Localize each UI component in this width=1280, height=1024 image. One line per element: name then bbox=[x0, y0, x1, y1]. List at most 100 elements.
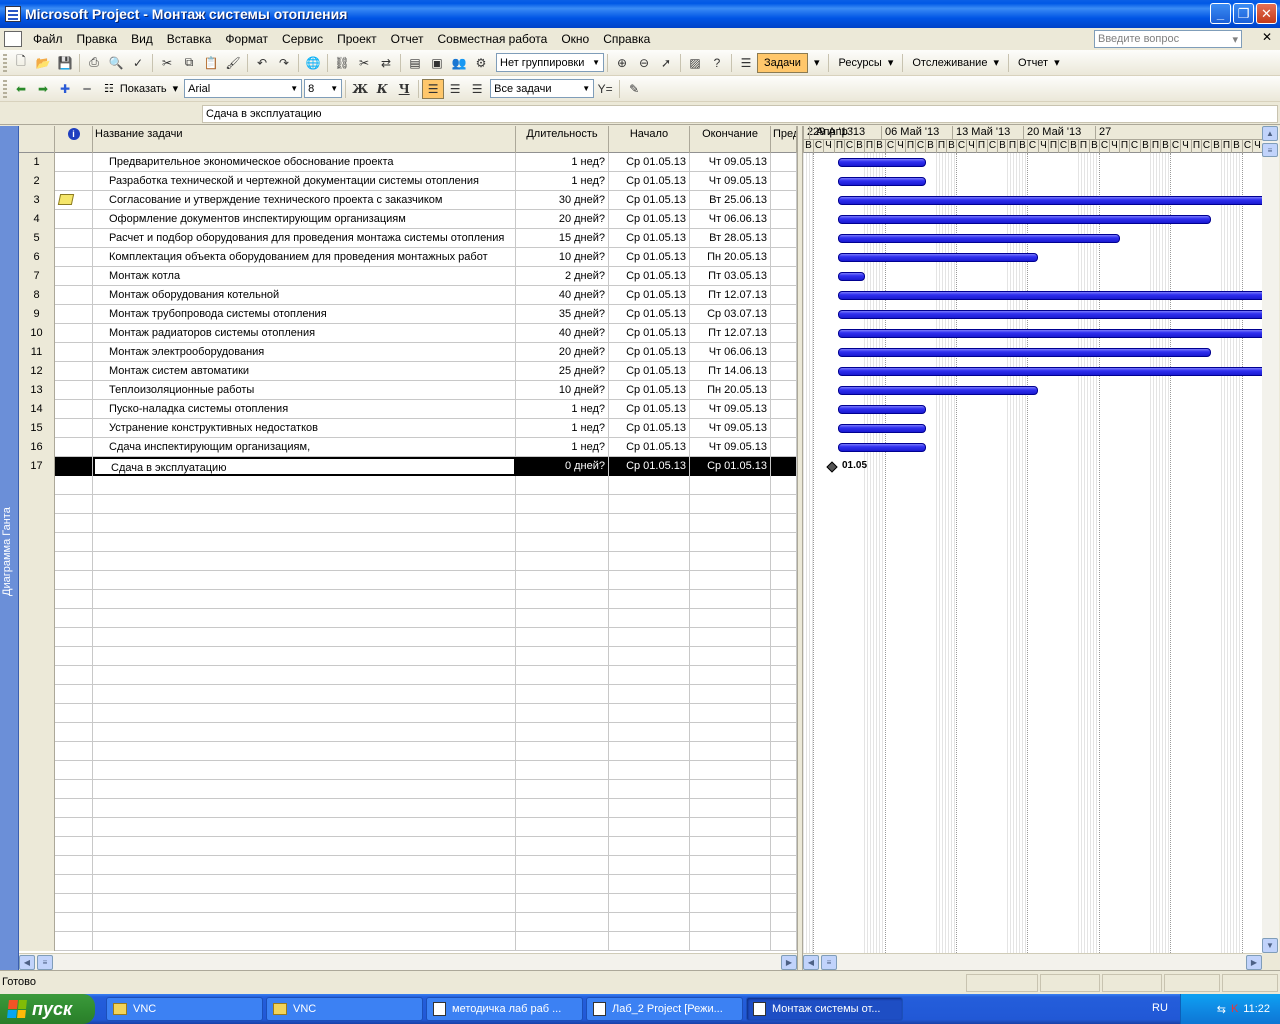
task-name[interactable]: Монтаж радиаторов системы отопления bbox=[93, 324, 516, 343]
row-indicators[interactable] bbox=[55, 552, 93, 571]
header-indicators[interactable]: i bbox=[55, 126, 93, 153]
task-predecessors[interactable] bbox=[771, 476, 797, 495]
task-start[interactable] bbox=[609, 742, 690, 761]
task-predecessors[interactable] bbox=[771, 647, 797, 666]
task-duration[interactable] bbox=[516, 590, 609, 609]
gantt-hscrollbar[interactable]: ◀ ≡ ▶ bbox=[803, 953, 1262, 970]
task-predecessors[interactable] bbox=[771, 324, 797, 343]
table-row[interactable]: 11 Монтаж электрооборудования 20 дней? Ср 0… bbox=[19, 343, 797, 362]
task-finish[interactable]: Чт 09.05.13 bbox=[690, 438, 771, 457]
row-indicators[interactable] bbox=[55, 362, 93, 381]
task-start[interactable]: Ср 01.05.13 bbox=[609, 153, 690, 172]
task-finish[interactable]: Ср 03.07.13 bbox=[690, 305, 771, 324]
spelling-icon[interactable]: ✓ bbox=[127, 53, 149, 73]
table-row[interactable]: 9 Монтаж трубопровода системы отопления 35… bbox=[19, 305, 797, 324]
tab-resources[interactable]: Ресурсы ▾ bbox=[832, 56, 899, 70]
task-predecessors[interactable] bbox=[771, 628, 797, 647]
table-row[interactable] bbox=[19, 837, 797, 856]
gantt-vscrollbar[interactable]: ▲ ≡ ▼ bbox=[1262, 126, 1279, 953]
task-predecessors[interactable] bbox=[771, 495, 797, 514]
help-icon[interactable]: ? bbox=[706, 53, 728, 73]
task-start[interactable] bbox=[609, 628, 690, 647]
task-bar[interactable] bbox=[838, 272, 865, 281]
arrow-left-icon[interactable]: ⬅ bbox=[10, 79, 32, 99]
row-indicators[interactable] bbox=[55, 305, 93, 324]
task-start[interactable]: Ср 01.05.13 bbox=[609, 457, 690, 476]
task-name[interactable]: Комплектация объекта оборудованием для п… bbox=[93, 248, 516, 267]
task-finish[interactable]: Вт 28.05.13 bbox=[690, 229, 771, 248]
task-bar[interactable] bbox=[838, 424, 926, 433]
task-finish[interactable]: Пн 20.05.13 bbox=[690, 381, 771, 400]
task-finish[interactable] bbox=[690, 590, 771, 609]
task-finish[interactable] bbox=[690, 818, 771, 837]
header-duration[interactable]: Длительность bbox=[516, 126, 609, 153]
task-start[interactable]: Ср 01.05.13 bbox=[609, 419, 690, 438]
row-id[interactable] bbox=[19, 647, 55, 666]
task-name[interactable] bbox=[93, 932, 516, 951]
menu-window[interactable]: Окно bbox=[554, 32, 596, 46]
row-id[interactable] bbox=[19, 666, 55, 685]
minus-icon[interactable]: ━ bbox=[76, 79, 98, 99]
row-indicators[interactable] bbox=[55, 894, 93, 913]
task-finish[interactable]: Пн 20.05.13 bbox=[690, 248, 771, 267]
task-duration[interactable] bbox=[516, 894, 609, 913]
language-indicator[interactable]: RU bbox=[1152, 1002, 1168, 1014]
task-predecessors[interactable] bbox=[771, 267, 797, 286]
task-predecessors[interactable] bbox=[771, 191, 797, 210]
row-id[interactable]: 1 bbox=[19, 153, 55, 172]
task-start[interactable]: Ср 01.05.13 bbox=[609, 191, 690, 210]
task-duration[interactable] bbox=[516, 533, 609, 552]
task-finish[interactable] bbox=[690, 647, 771, 666]
taskbar-button-vnc-1[interactable]: VNC bbox=[106, 997, 263, 1021]
milestone-marker[interactable] bbox=[826, 461, 838, 473]
task-finish[interactable]: Чт 09.05.13 bbox=[690, 400, 771, 419]
task-predecessors[interactable] bbox=[771, 666, 797, 685]
row-indicators[interactable] bbox=[55, 153, 93, 172]
task-predecessors[interactable] bbox=[771, 438, 797, 457]
row-indicators[interactable] bbox=[55, 533, 93, 552]
redo-icon[interactable]: ↷ bbox=[273, 53, 295, 73]
task-start[interactable] bbox=[609, 685, 690, 704]
menu-collaborate[interactable]: Совместная работа bbox=[431, 32, 555, 46]
task-start[interactable] bbox=[609, 552, 690, 571]
task-duration[interactable]: 20 дней? bbox=[516, 210, 609, 229]
task-predecessors[interactable] bbox=[771, 799, 797, 818]
task-name[interactable] bbox=[93, 647, 516, 666]
taskbar-button-word[interactable]: методичка лаб раб ... bbox=[426, 997, 583, 1021]
task-finish[interactable]: Чт 06.06.13 bbox=[690, 343, 771, 362]
task-start[interactable] bbox=[609, 780, 690, 799]
row-id[interactable] bbox=[19, 571, 55, 590]
row-indicators[interactable] bbox=[55, 590, 93, 609]
task-info-icon[interactable]: ▤ bbox=[404, 53, 426, 73]
table-row[interactable] bbox=[19, 856, 797, 875]
task-start[interactable] bbox=[609, 571, 690, 590]
antivirus-icon[interactable]: K bbox=[1231, 1003, 1238, 1015]
font-select[interactable]: Arial ▼ bbox=[184, 79, 303, 98]
table-row[interactable]: 13 Теплоизоляционные работы 10 дней? Ср 01.… bbox=[19, 381, 797, 400]
table-row[interactable] bbox=[19, 742, 797, 761]
task-finish[interactable] bbox=[690, 476, 771, 495]
task-duration[interactable] bbox=[516, 780, 609, 799]
scroll-up-icon[interactable]: ▲ bbox=[1262, 126, 1278, 141]
row-id[interactable]: 4 bbox=[19, 210, 55, 229]
row-indicators[interactable] bbox=[55, 913, 93, 932]
task-predecessors[interactable] bbox=[771, 172, 797, 191]
task-name[interactable]: Предварительное экономическое обосновани… bbox=[93, 153, 516, 172]
taskbar-button-project-active[interactable]: Монтаж системы от... bbox=[746, 997, 903, 1021]
row-id[interactable]: 5 bbox=[19, 229, 55, 248]
row-id[interactable]: 6 bbox=[19, 248, 55, 267]
table-row[interactable]: 2 Разработка технической и чертежной доку… bbox=[19, 172, 797, 191]
task-finish[interactable] bbox=[690, 704, 771, 723]
task-name[interactable] bbox=[93, 476, 516, 495]
task-duration[interactable]: 1 нед? bbox=[516, 172, 609, 191]
task-duration[interactable] bbox=[516, 818, 609, 837]
copy-picture-icon[interactable]: ▨ bbox=[684, 53, 706, 73]
task-name[interactable]: Согласование и утверждение технического … bbox=[93, 191, 516, 210]
header-predecessors[interactable]: Пред bbox=[771, 126, 797, 153]
row-id[interactable] bbox=[19, 514, 55, 533]
task-name[interactable]: Сдача инспектирующим организациям, bbox=[93, 438, 516, 457]
task-finish[interactable] bbox=[690, 894, 771, 913]
table-row[interactable]: 4 Оформление документов инспектирующим ор… bbox=[19, 210, 797, 229]
task-predecessors[interactable] bbox=[771, 457, 797, 476]
entry-field[interactable]: Сдача в эксплуатацию bbox=[202, 105, 1278, 123]
